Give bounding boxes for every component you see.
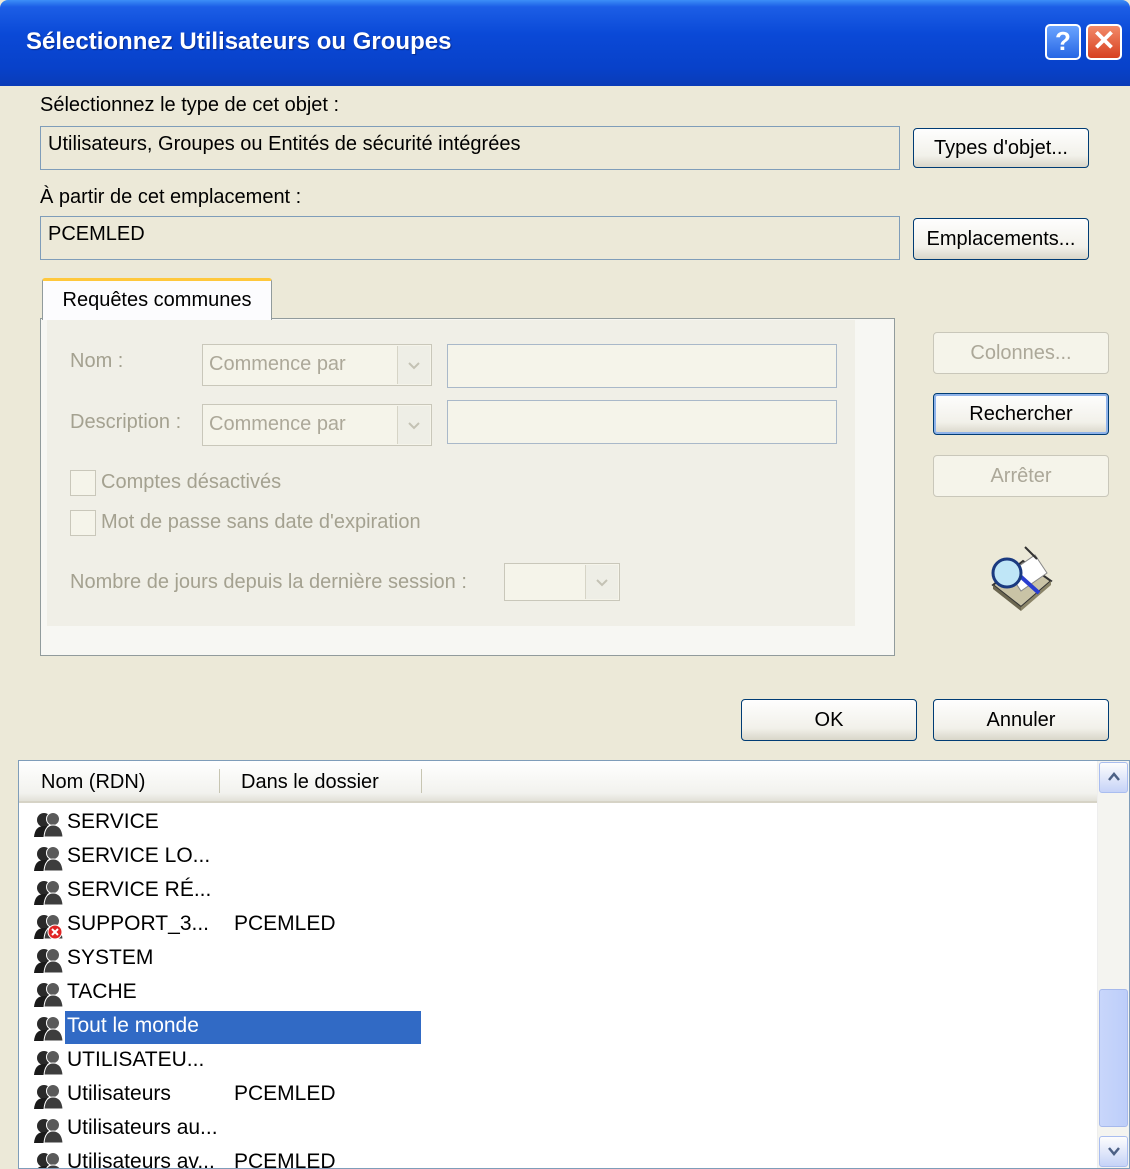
column-divider[interactable] bbox=[219, 769, 220, 793]
chevron-down-icon bbox=[1107, 1147, 1120, 1156]
results-header: Nom (RDN) Dans le dossier bbox=[19, 761, 1099, 803]
item-name: UTILISATEU... bbox=[67, 1048, 205, 1071]
days-since-login-select[interactable] bbox=[504, 563, 620, 601]
list-item[interactable]: SERVICE bbox=[27, 807, 1077, 841]
days-since-login-label: Nombre de jours depuis la dernière sessi… bbox=[70, 571, 467, 593]
group-icon bbox=[31, 1049, 67, 1076]
list-item[interactable]: SUPPORT_3... PCEMLED bbox=[27, 909, 1077, 943]
list-item[interactable]: Utilisateurs av... PCEMLED bbox=[27, 1147, 1077, 1169]
description-condition-select[interactable]: Commence par bbox=[202, 404, 432, 446]
select-users-dialog: Sélectionnez Utilisateurs ou Groupes ? ✕… bbox=[0, 0, 1130, 1169]
location-field: PCEMLED bbox=[40, 216, 900, 260]
disabled-group-icon bbox=[31, 913, 67, 940]
group-icon bbox=[31, 845, 67, 872]
chevron-down-icon bbox=[397, 406, 430, 444]
chevron-down-icon bbox=[585, 565, 618, 599]
item-folder: PCEMLED bbox=[234, 1150, 336, 1169]
columns-button[interactable]: Colonnes... bbox=[933, 332, 1109, 374]
group-icon bbox=[31, 1151, 67, 1168]
location-label: À partir de cet emplacement : bbox=[40, 186, 302, 208]
item-name: SERVICE LO... bbox=[67, 844, 211, 867]
item-folder: PCEMLED bbox=[234, 912, 336, 935]
list-item[interactable]: SYSTEM bbox=[27, 943, 1077, 977]
column-divider[interactable] bbox=[421, 769, 422, 793]
tab-common-queries[interactable]: Requêtes communes bbox=[42, 278, 272, 320]
list-item[interactable]: TACHE bbox=[27, 977, 1077, 1011]
name-label: Nom : bbox=[70, 350, 124, 372]
group-icon bbox=[31, 1117, 67, 1144]
help-button[interactable]: ? bbox=[1045, 24, 1081, 60]
object-type-field: Utilisateurs, Groupes ou Entités de sécu… bbox=[40, 126, 900, 170]
stop-button[interactable]: Arrêter bbox=[933, 455, 1109, 497]
item-name: TACHE bbox=[67, 980, 137, 1003]
search-results-list[interactable]: Nom (RDN) Dans le dossier SERVICE SERVIC… bbox=[18, 760, 1130, 1169]
description-condition-value: Commence par bbox=[209, 413, 346, 435]
search-button[interactable]: Rechercher bbox=[933, 393, 1109, 435]
item-name: Tout le monde bbox=[67, 1014, 199, 1037]
item-name: SYSTEM bbox=[67, 946, 154, 969]
no-expiry-label: Mot de passe sans date d'expiration bbox=[101, 511, 421, 533]
scroll-up-button[interactable] bbox=[1099, 762, 1128, 793]
group-icon bbox=[31, 811, 67, 838]
group-icon bbox=[31, 1083, 67, 1110]
item-name: SUPPORT_3... bbox=[67, 912, 209, 935]
object-types-button[interactable]: Types d'objet... bbox=[913, 128, 1089, 168]
item-name: SERVICE RÉ... bbox=[67, 878, 212, 901]
object-type-label: Sélectionnez le type de cet objet : bbox=[40, 94, 340, 116]
locations-button[interactable]: Emplacements... bbox=[913, 218, 1089, 260]
scroll-down-button[interactable] bbox=[1099, 1136, 1128, 1167]
list-item[interactable]: SERVICE LO... bbox=[27, 841, 1077, 875]
scroll-thumb[interactable] bbox=[1099, 989, 1128, 1127]
item-folder: PCEMLED bbox=[234, 1082, 336, 1105]
group-icon bbox=[31, 947, 67, 974]
item-name: SERVICE bbox=[67, 810, 159, 833]
search-magnifier-icon bbox=[991, 546, 1053, 611]
chevron-up-icon bbox=[1107, 772, 1120, 781]
column-header-folder[interactable]: Dans le dossier bbox=[241, 771, 379, 794]
disabled-accounts-label: Comptes désactivés bbox=[101, 471, 282, 493]
list-item[interactable]: Utilisateurs au... bbox=[27, 1113, 1077, 1147]
item-name: Utilisateurs av... bbox=[67, 1150, 215, 1169]
item-name: Utilisateurs bbox=[67, 1082, 171, 1105]
list-item[interactable]: UTILISATEU... bbox=[27, 1045, 1077, 1079]
list-item[interactable]: Tout le monde bbox=[27, 1011, 1077, 1045]
window-title: Sélectionnez Utilisateurs ou Groupes bbox=[26, 28, 452, 55]
vertical-scrollbar[interactable] bbox=[1097, 761, 1129, 1168]
item-name: Utilisateurs au... bbox=[67, 1116, 218, 1139]
name-input[interactable] bbox=[447, 344, 837, 388]
disabled-accounts-checkbox[interactable] bbox=[70, 470, 96, 496]
group-icon bbox=[31, 1015, 67, 1042]
chevron-down-icon bbox=[397, 346, 430, 384]
group-icon bbox=[31, 981, 67, 1008]
no-expiry-checkbox[interactable] bbox=[70, 510, 96, 536]
name-condition-select[interactable]: Commence par bbox=[202, 344, 432, 386]
close-button[interactable]: ✕ bbox=[1086, 24, 1122, 60]
description-input[interactable] bbox=[447, 400, 837, 444]
column-header-name[interactable]: Nom (RDN) bbox=[41, 771, 145, 794]
list-item[interactable]: SERVICE RÉ... bbox=[27, 875, 1077, 909]
title-bar[interactable]: Sélectionnez Utilisateurs ou Groupes ? ✕ bbox=[0, 0, 1130, 86]
group-icon bbox=[31, 879, 67, 906]
ok-button[interactable]: OK bbox=[741, 699, 917, 741]
description-label: Description : bbox=[70, 411, 182, 433]
cancel-button[interactable]: Annuler bbox=[933, 699, 1109, 741]
list-item[interactable]: Utilisateurs PCEMLED bbox=[27, 1079, 1077, 1113]
name-condition-value: Commence par bbox=[209, 353, 346, 375]
